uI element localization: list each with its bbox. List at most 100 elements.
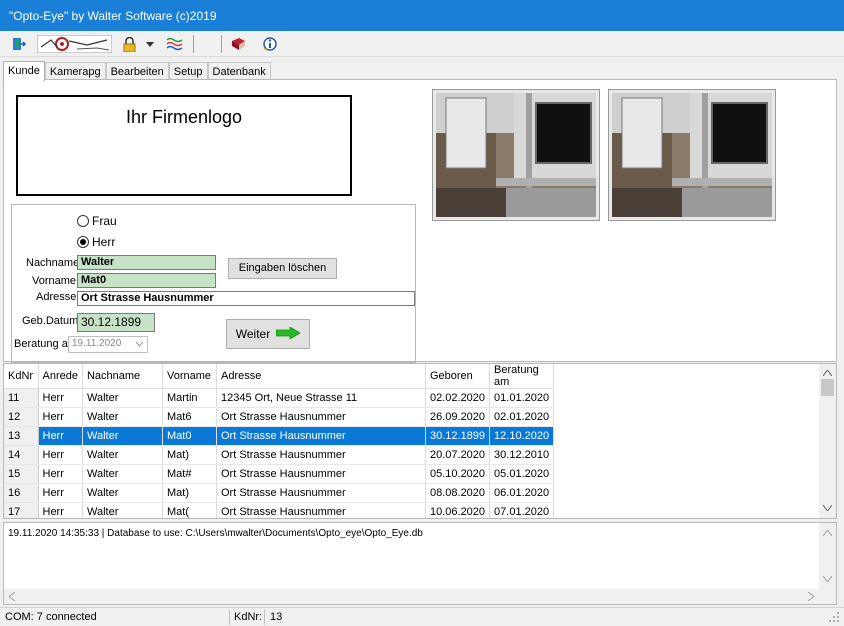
next-button[interactable]: Weiter (226, 319, 310, 349)
vorname-field[interactable]: Mat0 (77, 273, 216, 288)
log-hscrollbar[interactable] (4, 589, 836, 604)
cell-kdnr[interactable]: 13 (4, 426, 39, 446)
scroll-down-icon[interactable] (822, 573, 833, 585)
cell-kdnr[interactable]: 11 (4, 388, 39, 408)
cell-nachname[interactable]: Walter (82, 445, 163, 465)
col-kdnr[interactable]: KdNr (4, 364, 39, 389)
lock-icon[interactable] (122, 35, 136, 53)
exit-icon[interactable] (10, 35, 28, 53)
table-row[interactable]: 17 Herr Walter Mat(Ort Strasse Hausnummer 10… (4, 502, 555, 518)
camera-image-2[interactable] (608, 89, 776, 221)
table-row[interactable]: 13 Herr Walter Mat0 Ort Strasse Hausnummer 30… (4, 426, 555, 446)
info-icon[interactable] (261, 35, 279, 53)
scroll-down-icon[interactable] (822, 502, 833, 514)
cell-adresse[interactable]: 12345 Ort, Neue Strasse 11 (216, 388, 426, 408)
nachname-field[interactable]: Walter (77, 255, 216, 270)
col-vorname[interactable]: Vorname (162, 364, 217, 389)
table-scrollbar[interactable] (819, 364, 836, 518)
cell-nachname[interactable]: Walter (82, 464, 163, 484)
tab-setup[interactable]: Setup (168, 62, 208, 80)
cell-adresse[interactable]: Ort Strasse Hausnummer (216, 407, 426, 427)
cell-vorname[interactable]: Mat) (162, 483, 217, 503)
cell-beratung[interactable]: 02.01.2020 (489, 407, 555, 427)
cell-vorname[interactable]: Mat( (162, 502, 217, 518)
table-row[interactable]: 11 Herr Walter Martin 12345 Ort, Neue Strass… (4, 388, 555, 408)
col-anrede[interactable]: Anrede (38, 364, 83, 389)
cell-vorname[interactable]: Martin (162, 388, 217, 408)
radio-herr-circle[interactable] (77, 236, 89, 248)
cell-anrede[interactable]: Herr (38, 483, 83, 503)
log-textarea[interactable]: 19.11.2020 14:35:33 | Database to use: C… (3, 522, 837, 605)
resize-grip-icon[interactable] (829, 612, 840, 626)
cell-anrede[interactable]: Herr (38, 502, 83, 518)
cell-vorname[interactable]: Mat0 (162, 426, 217, 446)
col-beratung[interactable]: Beratung am (489, 364, 555, 389)
cell-adresse[interactable]: Ort Strasse Hausnummer (216, 502, 426, 518)
cell-geboren[interactable]: 05.10.2020 (425, 464, 491, 484)
cell-kdnr[interactable]: 12 (4, 407, 39, 427)
cell-geboren[interactable]: 30.12.1899 (425, 426, 491, 446)
cell-anrede[interactable]: Herr (38, 407, 83, 427)
cell-anrede[interactable]: Herr (38, 445, 83, 465)
cell-vorname[interactable]: Mat6 (162, 407, 217, 427)
cell-anrede[interactable]: Herr (38, 426, 83, 446)
cell-geboren[interactable]: 20.07.2020 (425, 445, 491, 465)
customer-table[interactable]: KdNr Anrede Nachname Vorname Adresse Geb… (3, 363, 837, 519)
book-icon[interactable] (229, 35, 247, 53)
tab-datenbank[interactable]: Datenbank (207, 62, 271, 80)
col-geboren[interactable]: Geboren (425, 364, 491, 389)
cell-kdnr[interactable]: 15 (4, 464, 39, 484)
cell-geboren[interactable]: 10.06.2020 (425, 502, 491, 518)
cell-geboren[interactable]: 26.09.2020 (425, 407, 491, 427)
scroll-up-icon[interactable] (822, 367, 833, 379)
cell-adresse[interactable]: Ort Strasse Hausnummer (216, 483, 426, 503)
cell-beratung[interactable]: 30.12.2010 (489, 445, 555, 465)
cell-nachname[interactable]: Walter (82, 502, 163, 518)
tab-kamerapg[interactable]: Kamerapg (44, 62, 106, 80)
camera-image-1[interactable] (432, 89, 600, 221)
cell-anrede[interactable]: Herr (38, 464, 83, 484)
cell-nachname[interactable]: Walter (82, 407, 163, 427)
table-row[interactable]: 14 Herr Walter Mat) Ort Strasse Hausnummer 20… (4, 445, 555, 465)
beratung-date-picker[interactable]: 19.11.2020 (68, 336, 148, 353)
col-adresse[interactable]: Adresse (216, 364, 426, 389)
radio-frau-circle[interactable] (77, 215, 89, 227)
cell-nachname[interactable]: Walter (82, 388, 163, 408)
cell-vorname[interactable]: Mat) (162, 445, 217, 465)
logo-strip-icon[interactable] (37, 35, 112, 53)
cell-beratung[interactable]: 05.01.2020 (489, 464, 555, 484)
adresse-field[interactable]: Ort Strasse Hausnummer (77, 291, 415, 306)
tab-kunde[interactable]: Kunde (3, 61, 45, 81)
dropdown-arrow-icon[interactable] (145, 35, 155, 53)
cell-anrede[interactable]: Herr (38, 388, 83, 408)
cell-geboren[interactable]: 08.08.2020 (425, 483, 491, 503)
cell-adresse[interactable]: Ort Strasse Hausnummer (216, 464, 426, 484)
tab-bearbeiten[interactable]: Bearbeiten (105, 62, 169, 80)
table-row[interactable]: 12 Herr Walter Mat6 Ort Strasse Hausnummer 26… (4, 407, 555, 427)
scroll-up-icon[interactable] (822, 527, 833, 539)
radio-herr[interactable]: Herr (77, 235, 115, 249)
wave-icon[interactable] (165, 35, 183, 53)
cell-kdnr[interactable]: 16 (4, 483, 39, 503)
radio-frau[interactable]: Frau (77, 214, 117, 228)
scroll-thumb[interactable] (821, 379, 834, 396)
cell-nachname[interactable]: Walter (82, 483, 163, 503)
cell-beratung[interactable]: 07.01.2020 (489, 502, 555, 518)
cell-adresse[interactable]: Ort Strasse Hausnummer (216, 426, 426, 446)
gebdatum-field[interactable]: 30.12.1899 (77, 313, 155, 332)
cell-beratung[interactable]: 06.01.2020 (489, 483, 555, 503)
cell-kdnr[interactable]: 14 (4, 445, 39, 465)
table-row[interactable]: 16 Herr Walter Mat) Ort Strasse Hausnummer 08… (4, 483, 555, 503)
cell-adresse[interactable]: Ort Strasse Hausnummer (216, 445, 426, 465)
cell-kdnr[interactable]: 17 (4, 502, 39, 518)
clear-inputs-button[interactable]: Eingaben löschen (228, 258, 337, 279)
log-vscrollbar[interactable] (819, 523, 836, 589)
cell-geboren[interactable]: 02.02.2020 (425, 388, 491, 408)
cell-beratung[interactable]: 01.01.2020 (489, 388, 555, 408)
cell-vorname[interactable]: Mat# (162, 464, 217, 484)
chevron-down-icon[interactable] (135, 338, 144, 353)
cell-nachname[interactable]: Walter (82, 426, 163, 446)
cell-beratung[interactable]: 12.10.2020 (489, 426, 555, 446)
col-nachname[interactable]: Nachname (82, 364, 163, 389)
scroll-left-icon[interactable] (8, 591, 16, 604)
